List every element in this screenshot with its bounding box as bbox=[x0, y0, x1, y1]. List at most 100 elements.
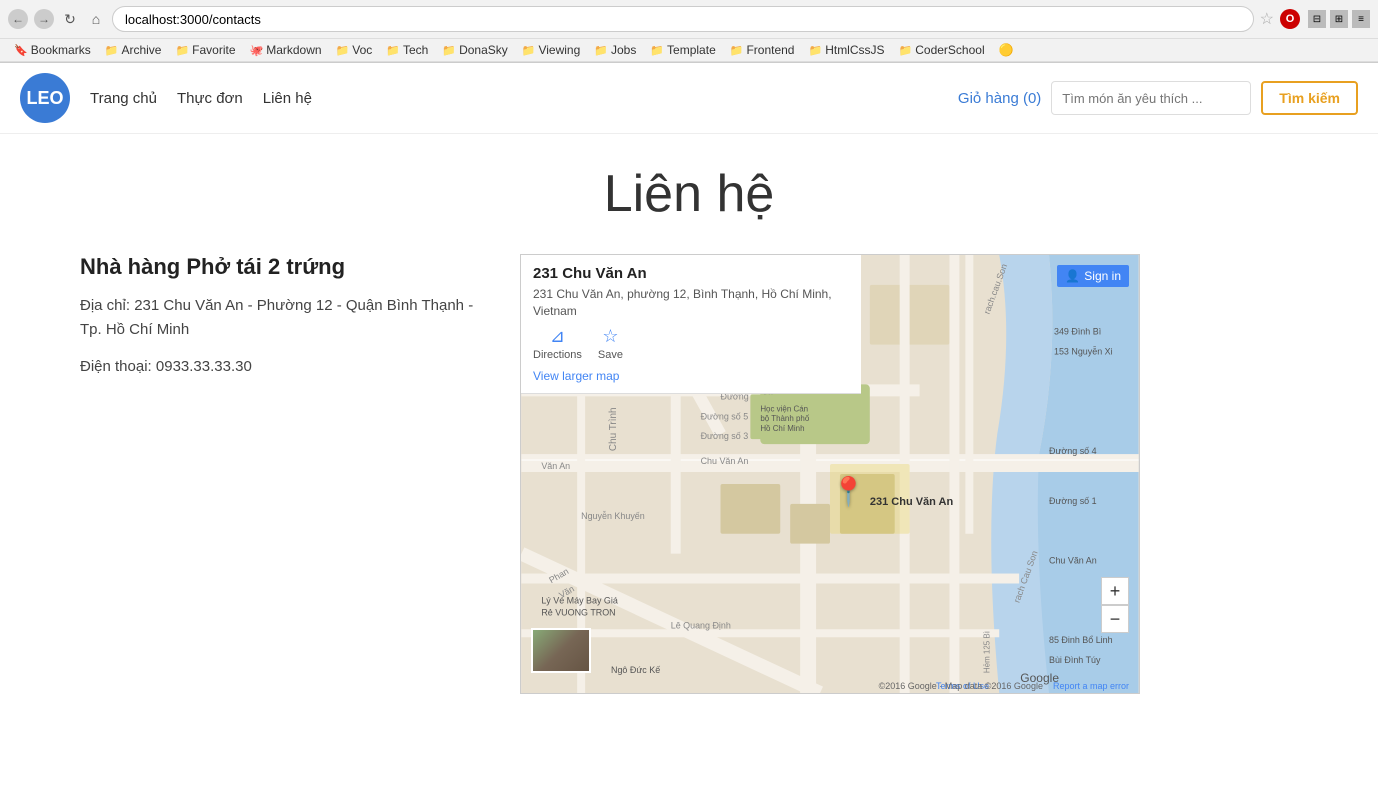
bookmark-label: Voc bbox=[352, 43, 372, 57]
bookmark-item-jobs[interactable]: 📁Jobs bbox=[588, 41, 642, 59]
svg-text:153 Nguyễn Xi: 153 Nguyễn Xi bbox=[1054, 347, 1113, 357]
site-logo: LEO bbox=[20, 73, 70, 123]
phone-label: Điện thoại: bbox=[80, 358, 152, 375]
restaurant-name: Nhà hàng Phở tái 2 trứng bbox=[80, 254, 480, 280]
svg-text:Đường số 3: Đường số 3 bbox=[701, 431, 749, 441]
bookmarks-bar: 🔖Bookmarks📁Archive📁Favorite🐙Markdown📁Voc… bbox=[0, 39, 1378, 62]
bookmark-folder-icon: 📁 bbox=[336, 44, 350, 57]
sign-in-label: Sign in bbox=[1084, 269, 1121, 283]
bookmark-label: Viewing bbox=[538, 43, 580, 57]
bookmark-item-archive[interactable]: 📁Archive bbox=[99, 41, 168, 59]
bookmark-folder-icon: 📁 bbox=[594, 44, 608, 57]
bookmark-label: Tech bbox=[403, 43, 428, 57]
opera-icon: O bbox=[1280, 9, 1300, 29]
nav-contact[interactable]: Liên hệ bbox=[263, 90, 312, 107]
bookmark-label: Favorite bbox=[192, 43, 235, 57]
window-minimize[interactable]: ⊟ bbox=[1308, 10, 1326, 28]
bookmark-item-markdown[interactable]: 🐙Markdown bbox=[244, 41, 328, 59]
bookmark-item-tech[interactable]: 📁Tech bbox=[380, 41, 434, 59]
search-button[interactable]: Tìm kiếm bbox=[1261, 81, 1358, 115]
svg-text:Ngô Đức Kế: Ngô Đức Kế bbox=[611, 665, 660, 675]
svg-text:Học viện Cán: Học viện Cán bbox=[760, 404, 808, 413]
address-bar[interactable] bbox=[112, 6, 1254, 32]
bookmark-label: Template bbox=[667, 43, 716, 57]
cart-button[interactable]: Giỏ hàng (0) bbox=[958, 90, 1041, 107]
address-value: 231 Chu Văn An - Phường 12 - Quận Bình T… bbox=[80, 297, 473, 338]
reload-button[interactable]: ↻ bbox=[60, 9, 80, 29]
browser-chrome: ← → ↻ ⌂ ☆ O ⊟ ⊞ ≡ 🔖Bookmarks📁Archive📁Fav… bbox=[0, 0, 1378, 63]
nav-menu[interactable]: Thực đơn bbox=[177, 90, 243, 107]
bookmark-label: Archive bbox=[121, 43, 161, 57]
window-maximize[interactable]: ⊞ bbox=[1330, 10, 1348, 28]
map-pin: 📍 231 Chu Văn An bbox=[831, 475, 953, 508]
save-label: Save bbox=[598, 349, 623, 361]
search-input[interactable] bbox=[1051, 81, 1251, 115]
bookmark-item-frontend[interactable]: 📁Frontend bbox=[724, 41, 801, 59]
page-title: Liên hệ bbox=[0, 134, 1378, 254]
map-actions: ⊿ Directions ☆ Save bbox=[533, 326, 849, 361]
bookmark-item-bookmarks[interactable]: 🔖Bookmarks bbox=[8, 41, 97, 59]
map-save-button[interactable]: ☆ Save bbox=[598, 326, 623, 361]
bookmark-folder-icon: 📁 bbox=[522, 44, 536, 57]
map-directions-button[interactable]: ⊿ Directions bbox=[533, 326, 582, 361]
site-nav: LEO Trang chủ Thực đơn Liên hệ Giỏ hàng … bbox=[0, 63, 1378, 134]
map-info-box: 231 Chu Văn An 231 Chu Văn An, phường 12… bbox=[521, 255, 861, 394]
svg-text:bộ Thành phố: bộ Thành phố bbox=[760, 414, 810, 423]
view-larger-map-link[interactable]: View larger map bbox=[533, 369, 619, 383]
bookmark-item-voc[interactable]: 📁Voc bbox=[330, 41, 379, 59]
map-place-address: 231 Chu Văn An, phường 12, Bình Thạnh, H… bbox=[533, 286, 849, 320]
bookmark-label: Jobs bbox=[611, 43, 636, 57]
bookmark-label: CoderSchool bbox=[915, 43, 984, 57]
bookmark-folder-icon: 📁 bbox=[105, 44, 119, 57]
svg-text:Đường số 1: Đường số 1 bbox=[1049, 496, 1097, 506]
svg-text:Chu Văn An: Chu Văn An bbox=[701, 456, 749, 466]
bookmark-folder-icon: 🔖 bbox=[14, 44, 28, 57]
svg-text:Chu Trình: Chu Trình bbox=[608, 407, 619, 451]
svg-text:85 Đinh Bổ Linh: 85 Đinh Bổ Linh bbox=[1049, 635, 1113, 645]
contact-info: Nhà hàng Phở tái 2 trứng Địa chỉ: 231 Ch… bbox=[80, 254, 480, 375]
bookmark-label: Frontend bbox=[746, 43, 794, 57]
extensions-area: O ⊟ ⊞ ≡ bbox=[1280, 9, 1370, 29]
svg-text:Đường số 5: Đường số 5 bbox=[701, 411, 749, 421]
svg-text:Đường số 4: Đường số 4 bbox=[1049, 446, 1097, 456]
home-button[interactable]: ⌂ bbox=[86, 9, 106, 29]
report-link[interactable]: Report a map error bbox=[1053, 681, 1129, 691]
browser-toolbar: ← → ↻ ⌂ ☆ O ⊟ ⊞ ≡ bbox=[0, 0, 1378, 39]
bookmark-item-favorite[interactable]: 📁Favorite bbox=[169, 41, 241, 59]
bookmark-folder-icon: 📁 bbox=[386, 44, 400, 57]
bookmark-folder-icon: 📁 bbox=[730, 44, 744, 57]
save-icon: ☆ bbox=[602, 326, 618, 347]
bookmark-item-donasky[interactable]: 📁DonaSky bbox=[436, 41, 513, 59]
back-button[interactable]: ← bbox=[8, 9, 28, 29]
bookmark-item-template[interactable]: 📁Template bbox=[644, 41, 721, 59]
bookmark-star-button[interactable]: ☆ bbox=[1260, 9, 1274, 29]
svg-text:349 Đình Bì: 349 Đình Bì bbox=[1054, 327, 1101, 337]
bookmark-label: 🟡 bbox=[999, 43, 1014, 57]
forward-button[interactable]: → bbox=[34, 9, 54, 29]
nav-home[interactable]: Trang chủ bbox=[90, 90, 157, 107]
directions-icon: ⊿ bbox=[550, 326, 565, 347]
svg-text:Bùi Đình Túy: Bùi Đình Túy bbox=[1049, 655, 1101, 665]
pin-icon: 📍 bbox=[831, 475, 866, 508]
bookmark-item-[interactable]: 🟡 bbox=[993, 41, 1020, 59]
bookmark-item-coderschool[interactable]: 📁CoderSchool bbox=[893, 41, 991, 59]
directions-label: Directions bbox=[533, 349, 582, 361]
pin-label: 231 Chu Văn An bbox=[870, 496, 953, 508]
phone-text: Điện thoại: 0933.33.33.30 bbox=[80, 358, 480, 375]
nav-right: Giỏ hàng (0) Tìm kiếm bbox=[958, 81, 1358, 115]
svg-text:Lê Quang Định: Lê Quang Định bbox=[671, 620, 731, 630]
window-close[interactable]: ≡ bbox=[1352, 10, 1370, 28]
svg-text:Lý Vé Máy Bay Giá: Lý Vé Máy Bay Giá bbox=[541, 595, 618, 605]
bookmark-item-htmlcssjs[interactable]: 📁HtmlCssJS bbox=[802, 41, 890, 59]
bookmark-item-viewing[interactable]: 📁Viewing bbox=[516, 41, 587, 59]
map-copyright: ©2016 Google · Map data ©2016 Google Rep… bbox=[879, 681, 1129, 691]
zoom-in-button[interactable]: + bbox=[1101, 577, 1129, 605]
zoom-out-button[interactable]: − bbox=[1101, 605, 1129, 633]
person-icon: 👤 bbox=[1065, 269, 1080, 283]
map-controls: + − bbox=[1101, 577, 1129, 633]
map-sign-in-button[interactable]: 👤 Sign in bbox=[1057, 265, 1129, 287]
svg-text:Rẻ VUONG TRON: Rẻ VUONG TRON bbox=[541, 607, 615, 617]
bookmark-label: DonaSky bbox=[459, 43, 508, 57]
street-view-thumbnail[interactable] bbox=[531, 628, 591, 673]
street-view-image bbox=[533, 630, 589, 671]
